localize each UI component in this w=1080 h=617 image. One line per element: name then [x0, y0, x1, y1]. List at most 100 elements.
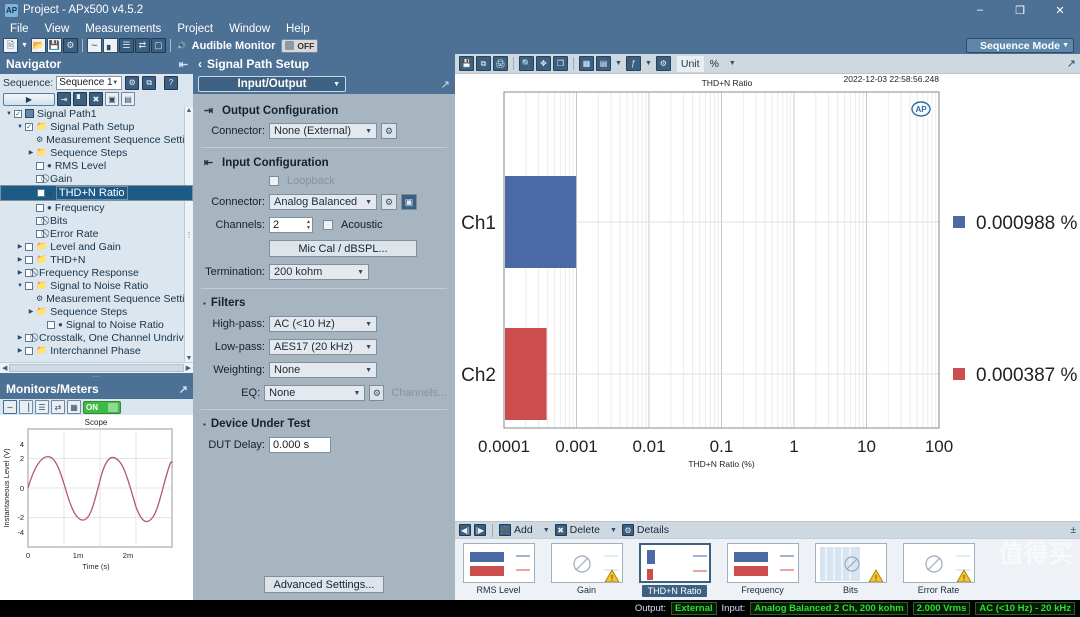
tree-item[interactable]: ▶ 📁 Sequence Steps — [0, 146, 193, 159]
lowpass-select[interactable]: AES17 (20 kHz) ▼ — [269, 339, 377, 355]
add-icon[interactable]: ➕ — [499, 524, 511, 536]
chevron-right-icon[interactable]: ▶ — [26, 149, 36, 156]
input-connector-settings-icon[interactable]: ⚙ — [381, 194, 397, 210]
menu-item-file[interactable]: File — [10, 23, 29, 35]
help-icon[interactable]: ? — [164, 75, 178, 90]
measurement-card[interactable]: Frequency — [725, 543, 800, 595]
chevron-down-icon[interactable]: ▼ — [15, 124, 25, 130]
measurement-card[interactable]: ! Gain — [549, 543, 624, 595]
tree-item[interactable]: ⃠Bits — [0, 214, 193, 227]
scroll-grip[interactable]: ⋮ — [186, 231, 193, 239]
monitors-power-toggle[interactable]: ON — [83, 400, 121, 414]
tree-item[interactable]: ⚙ Measurement Sequence Settings.. — [0, 292, 193, 305]
tree-scrollbar[interactable]: ▲ ⋮ ▼ — [184, 107, 193, 362]
legend-icon[interactable]: ▤ — [596, 56, 611, 71]
tree-item[interactable]: ● Frequency — [0, 201, 193, 214]
copy-icon[interactable]: ⧉ — [476, 56, 491, 71]
tree-item-checkbox[interactable] — [25, 281, 33, 290]
menu-item-window[interactable]: Window — [229, 23, 270, 35]
first-measurement-icon[interactable]: ◀| — [459, 524, 471, 536]
pin-icon[interactable]: ⇤ — [179, 58, 188, 71]
eq-select[interactable]: None ▼ — [264, 385, 366, 401]
expand-all-icon[interactable]: ▣ — [105, 92, 119, 106]
fit-icon[interactable]: ❒ — [553, 56, 568, 71]
chevron-right-icon[interactable]: ▶ — [15, 256, 25, 263]
tree-item-checkbox[interactable] — [25, 255, 33, 264]
chevron-right-icon[interactable]: ▶ — [15, 334, 25, 341]
close-button[interactable]: ✕ — [1040, 0, 1080, 20]
eq-settings-icon[interactable]: ⚙ — [369, 385, 385, 401]
new-document-icon[interactable]: 🗎 — [3, 38, 18, 53]
tree-item[interactable]: ▼ 📁 Signal to Noise Ratio — [0, 279, 193, 292]
input-output-dropdown[interactable]: Input/Output ▼ — [198, 76, 346, 92]
input-connector-select[interactable]: Analog Balanced ▼ — [269, 194, 377, 210]
sequence-select[interactable]: Sequence 1 ▼ — [56, 75, 123, 90]
tree-item-checkbox[interactable] — [37, 189, 45, 197]
tree-item[interactable]: ▶⃠Crosstalk, One Channel Undriven — [0, 331, 193, 344]
measurement-card[interactable]: ! Bits — [813, 543, 888, 595]
output-connector-select[interactable]: None (External) ▼ — [269, 123, 377, 139]
tree-item-checkbox[interactable]: ✓ — [14, 109, 22, 118]
pan-icon[interactable]: ✥ — [536, 56, 551, 71]
zoom-icon[interactable]: 🔍 — [519, 56, 534, 71]
sequence-settings-gear-icon[interactable]: ⚙ — [125, 75, 140, 90]
tree-item[interactable]: ⚙ Measurement Sequence Settings.. — [0, 133, 193, 146]
chevron-right-icon[interactable]: ▶ — [15, 269, 25, 276]
menu-item-project[interactable]: Project — [177, 23, 213, 35]
new-document-dropdown-icon[interactable]: ▼ — [21, 42, 28, 49]
mic-cal-button[interactable]: Mic Cal / dBSPL... — [269, 240, 417, 257]
tree-item[interactable]: ▶ 📁 Interchannel Phase — [0, 344, 193, 357]
print-icon[interactable]: 🖨 — [493, 56, 508, 71]
tree-item-checkbox[interactable]: ✓ — [25, 122, 33, 131]
chevron-right-icon[interactable]: ▶ — [26, 308, 36, 315]
popout-icon[interactable]: ↗ — [179, 383, 188, 396]
minimize-button[interactable]: – — [960, 0, 1000, 20]
acoustic-checkbox[interactable] — [323, 220, 333, 230]
save-icon[interactable]: 💾 — [46, 38, 62, 53]
eq-channels-button[interactable]: Channels... — [391, 387, 447, 399]
tree-item[interactable]: ▶ 📁 Sequence Steps — [0, 305, 193, 318]
function-icon[interactable]: ƒ — [625, 56, 641, 71]
tree-item[interactable]: ● Signal to Noise Ratio — [0, 318, 193, 331]
list-icon[interactable]: ☰ — [118, 38, 134, 53]
collapse-strip-icon[interactable]: ± — [1071, 525, 1077, 536]
input-connector-monitor-icon[interactable]: ▣ — [401, 194, 417, 210]
menu-item-help[interactable]: Help — [286, 23, 310, 35]
tree-item[interactable]: ● THD+N Ratio — [0, 185, 193, 201]
tree-item-checkbox[interactable] — [36, 203, 44, 212]
tree-item[interactable]: ▶⃠Frequency Response — [0, 266, 193, 279]
stepper-arrows-icon[interactable]: ▲ ▼ — [306, 219, 311, 231]
tree-item[interactable]: ▶ 📁 THD+N — [0, 253, 193, 266]
open-icon[interactable]: 📂 — [30, 38, 46, 53]
chevron-right-icon[interactable]: ▶ — [15, 243, 25, 250]
tree-item[interactable]: ● RMS Level — [0, 159, 193, 172]
tree-item-checkbox[interactable] — [25, 242, 33, 251]
details-icon[interactable]: ⚙ — [621, 524, 634, 536]
unit-dropdown-icon[interactable]: ▼ — [729, 60, 736, 67]
bar-graph-icon[interactable]: ▖ — [102, 38, 118, 53]
menu-item-measurements[interactable]: Measurements — [85, 23, 161, 35]
audible-monitor-toggle[interactable]: OFF — [281, 38, 319, 53]
measurement-card[interactable]: THD+N Ratio — [637, 543, 712, 597]
scroll-right-icon[interactable]: ▶ — [186, 364, 191, 372]
popout-icon[interactable]: ↗ — [441, 78, 450, 91]
function-dropdown-icon[interactable]: ▼ — [645, 60, 652, 67]
output-connector-settings-icon[interactable]: ⚙ — [381, 123, 397, 139]
run-step-icon[interactable]: ⇥ — [57, 92, 71, 106]
generator-icon[interactable]: ▢ — [150, 38, 166, 53]
weighting-select[interactable]: None ▼ — [269, 362, 377, 378]
tree-item-checkbox[interactable] — [25, 346, 33, 355]
scroll-down-icon[interactable]: ▼ — [186, 355, 193, 362]
highpass-select[interactable]: AC (<10 Hz) ▼ — [269, 316, 377, 332]
maximize-button[interactable]: ❐ — [1000, 0, 1040, 20]
add-measurement-icon[interactable]: ▘ — [73, 92, 87, 106]
meter-list-icon[interactable]: ☰ — [35, 400, 49, 414]
tree-item-checkbox[interactable] — [36, 161, 44, 170]
fft-view-icon[interactable]: ▕ — [19, 400, 33, 414]
channels-stepper[interactable]: 2 ▲ ▼ — [269, 217, 313, 233]
tree-item-checkbox[interactable] — [36, 216, 44, 225]
sequence-copy-icon[interactable]: ⧉ — [142, 75, 157, 90]
back-icon[interactable]: ‹ — [198, 57, 202, 71]
unit-value[interactable]: % — [710, 58, 719, 70]
dut-delay-input[interactable]: 0.000 s — [269, 437, 331, 453]
